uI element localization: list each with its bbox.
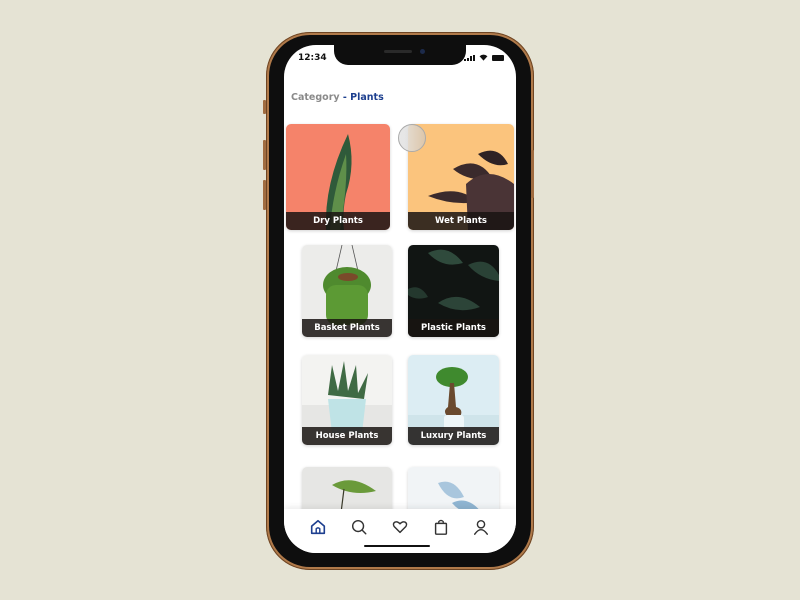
home-icon: [310, 519, 326, 535]
nav-home[interactable]: [309, 518, 327, 536]
home-indicator[interactable]: [364, 545, 430, 547]
battery-icon: [492, 55, 504, 61]
category-label: Plastic Plants: [408, 319, 499, 337]
speaker: [384, 50, 412, 53]
bottom-navigation: [284, 509, 516, 553]
category-label: Luxury Plants: [408, 427, 499, 445]
breadcrumb-parent[interactable]: Category: [291, 92, 340, 103]
touch-indicator: [398, 124, 426, 152]
category-label: Basket Plants: [302, 319, 392, 337]
power-button: [531, 150, 534, 198]
shopping-bag-icon: [434, 519, 448, 535]
category-card-dry-plants[interactable]: Dry Plants: [286, 124, 390, 230]
status-icons: [464, 54, 504, 61]
nav-favorites[interactable]: [391, 518, 409, 536]
category-card-basket-plants[interactable]: Basket Plants: [302, 245, 392, 337]
nav-profile[interactable]: [472, 518, 490, 536]
status-time: 12:34: [298, 53, 327, 63]
cellular-signal-icon: [464, 55, 475, 61]
category-label: Wet Plants: [408, 212, 514, 230]
notch: [334, 45, 466, 65]
nav-search[interactable]: [350, 518, 368, 536]
front-camera: [420, 49, 425, 54]
heart-icon: [392, 521, 408, 534]
category-label: Dry Plants: [286, 212, 390, 230]
category-card-house-plants[interactable]: House Plants: [302, 355, 392, 445]
volume-up-button: [263, 140, 266, 170]
breadcrumb-separator: -: [339, 92, 351, 103]
wifi-icon: [479, 54, 488, 61]
breadcrumb-current: Plants: [350, 92, 384, 103]
user-icon: [473, 519, 489, 535]
search-icon: [351, 519, 367, 535]
category-card-plastic-plants[interactable]: Plastic Plants: [408, 245, 499, 337]
category-card-luxury-plants[interactable]: Luxury Plants: [408, 355, 499, 445]
nav-cart[interactable]: [432, 518, 450, 536]
app-screen: 12:34 Category - Plants Dry Plants Wet P…: [284, 45, 516, 553]
category-label: House Plants: [302, 427, 392, 445]
breadcrumb: Category - Plants: [291, 92, 384, 103]
volume-down-button: [263, 180, 266, 210]
mute-switch: [263, 100, 266, 114]
